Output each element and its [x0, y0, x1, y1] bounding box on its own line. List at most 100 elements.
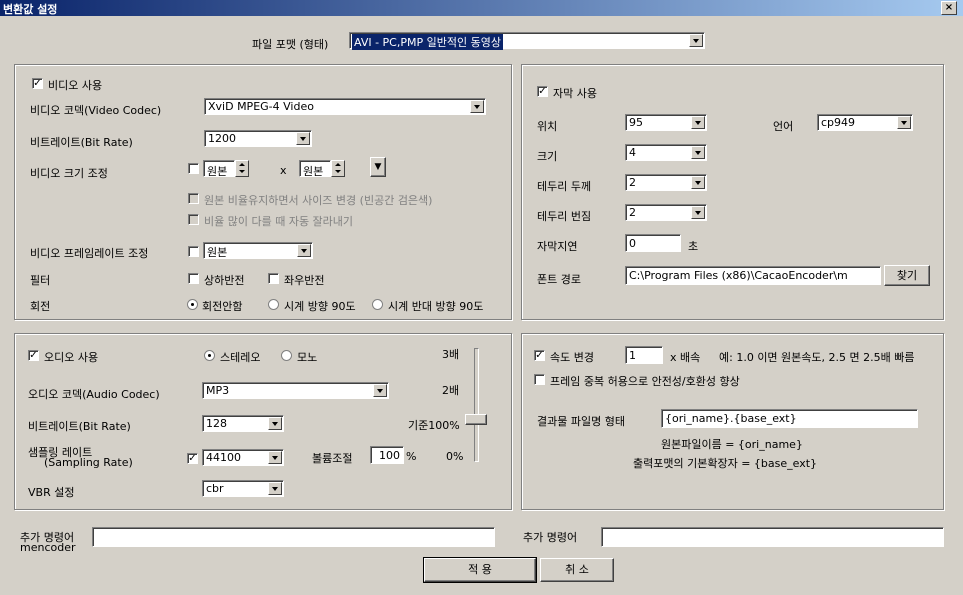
mono-radio[interactable] — [281, 350, 292, 361]
subtitle-blur-select[interactable]: 2 — [625, 204, 707, 221]
rotate-ccw-label: 시계 반대 방향 90도 — [388, 300, 484, 313]
speed-input[interactable]: 1 — [625, 346, 663, 364]
subtitle-size-select[interactable]: 4 — [625, 144, 707, 161]
vbr-select[interactable]: cbr — [202, 480, 284, 497]
scale-2x-label: 2배 — [442, 384, 460, 397]
samplerate-select[interactable]: 44100 — [202, 449, 284, 466]
scale-base-label: 기준100% — [408, 419, 460, 432]
speed-change-label: 속도 변경 — [550, 351, 594, 364]
video-resize-checkbox[interactable] — [188, 163, 199, 174]
video-bitrate-select[interactable]: 1200 — [204, 130, 312, 147]
volume-value: 100 — [379, 449, 400, 462]
subtitle-position-select[interactable]: 95 — [625, 114, 707, 131]
file-format-value: AVI - PC,PMP 일반적인 동영상 — [352, 34, 503, 50]
chevron-down-icon[interactable] — [470, 100, 484, 113]
chevron-down-icon[interactable] — [296, 132, 310, 145]
filename-format-label: 결과물 파일명 형태 — [537, 415, 625, 428]
subtitle-language-value: cp949 — [821, 116, 856, 129]
rotate-none-radio[interactable] — [187, 299, 198, 310]
video-codec-select[interactable]: XviD MPEG-4 Video — [204, 98, 486, 115]
stereo-radio[interactable] — [204, 350, 215, 361]
chevron-down-icon[interactable] — [268, 417, 282, 430]
samplerate-checkbox[interactable]: ✓ — [187, 453, 198, 464]
subtitle-size-value: 4 — [629, 146, 636, 159]
resize-width-input[interactable]: 원본 — [203, 160, 235, 178]
chevron-down-icon[interactable] — [268, 451, 282, 464]
subtitle-delay-label: 자막지연 — [537, 240, 578, 253]
samplerate-sublabel: (Sampling Rate) — [44, 456, 133, 469]
resize-height-input[interactable]: 원본 — [299, 160, 331, 178]
chevron-down-icon[interactable] — [297, 244, 311, 257]
chevron-down-icon[interactable] — [691, 116, 705, 129]
subtitle-language-select[interactable]: cp949 — [817, 114, 913, 131]
scale-3x-label: 3배 — [442, 348, 460, 361]
filename-hint-original: 원본파일이름 = {ori_name} — [661, 438, 803, 451]
flip-vertical-checkbox[interactable] — [188, 273, 199, 284]
subtitle-size-label: 크기 — [537, 150, 558, 163]
subtitle-delay-unit: 초 — [688, 240, 699, 253]
subtitle-enable-label: 자막 사용 — [553, 87, 597, 100]
cancel-button[interactable]: 취 소 — [540, 558, 614, 582]
apply-button[interactable]: 적 용 — [423, 557, 537, 583]
resize-width-value: 원본 — [207, 165, 228, 178]
volume-input[interactable]: 100 — [370, 446, 404, 464]
resize-x-label: x — [280, 164, 287, 177]
flip-horizontal-checkbox[interactable] — [268, 273, 279, 284]
video-bitrate-value: 1200 — [208, 132, 236, 145]
frame-dup-checkbox[interactable] — [534, 374, 545, 385]
mono-label: 모노 — [297, 351, 318, 364]
subtitle-blur-label: 테두리 번짐 — [537, 210, 592, 223]
chevron-down-icon[interactable] — [691, 176, 705, 189]
auto-crop-checkbox[interactable] — [188, 214, 199, 225]
framerate-select[interactable]: 원본 — [203, 242, 313, 259]
subtitle-delay-input[interactable]: 0 — [625, 234, 681, 252]
subtitle-border-select[interactable]: 2 — [625, 174, 707, 191]
keep-ratio-checkbox[interactable] — [188, 193, 199, 204]
volume-slider-track[interactable] — [474, 348, 479, 462]
chevron-down-icon[interactable] — [691, 206, 705, 219]
speed-value: 1 — [629, 349, 636, 362]
samplerate-value: 44100 — [206, 451, 241, 464]
audio-codec-value: MP3 — [206, 384, 230, 397]
rotate-none-label: 회전안함 — [202, 300, 243, 313]
filter-label: 필터 — [30, 274, 51, 287]
filename-format-input[interactable]: {ori_name}.{base_ext} — [661, 409, 918, 428]
font-path-input[interactable]: C:\Program Files (x86)\CacaoEncoder\m — [625, 266, 881, 285]
volume-unit: % — [406, 450, 417, 463]
extra-command-mencoder-input[interactable] — [92, 527, 495, 547]
audio-codec-label: 오디오 코덱(Audio Codec) — [28, 388, 160, 401]
audio-bitrate-value: 128 — [206, 417, 227, 430]
resize-width-spinner[interactable] — [235, 160, 249, 177]
video-bitrate-label: 비트레이트(Bit Rate) — [30, 136, 133, 149]
stereo-label: 스테레오 — [220, 351, 261, 364]
close-button[interactable]: × — [941, 1, 957, 15]
find-font-button[interactable]: 찾기 — [884, 265, 930, 286]
subtitle-delay-value: 0 — [629, 237, 636, 250]
audio-codec-select[interactable]: MP3 — [202, 382, 389, 399]
chevron-down-icon[interactable] — [691, 146, 705, 159]
video-enable-checkbox[interactable]: ✓ — [32, 78, 43, 89]
extra-command-right-input[interactable] — [601, 527, 944, 547]
chevron-down-icon[interactable] — [897, 116, 911, 129]
audio-bitrate-label: 비트레이트(Bit Rate) — [28, 420, 131, 433]
speed-change-checkbox[interactable]: ✓ — [534, 350, 545, 361]
file-format-select[interactable]: AVI - PC,PMP 일반적인 동영상 — [349, 32, 705, 50]
chevron-down-icon[interactable] — [268, 482, 282, 495]
audio-bitrate-select[interactable]: 128 — [202, 415, 284, 432]
rotate-cw-radio[interactable] — [268, 299, 279, 310]
subtitle-enable-checkbox[interactable]: ✓ — [537, 86, 548, 97]
chevron-down-icon[interactable] — [373, 384, 387, 397]
chevron-down-icon[interactable] — [689, 34, 703, 47]
volume-slider-thumb[interactable] — [465, 414, 487, 425]
extra-command-right-label: 추가 명령어 — [523, 531, 578, 544]
subtitle-border-value: 2 — [629, 176, 636, 189]
framerate-checkbox[interactable] — [188, 246, 199, 257]
vbr-label: VBR 설정 — [28, 486, 75, 499]
resize-height-spinner[interactable] — [331, 160, 345, 177]
speed-unit: x 배속 — [670, 351, 701, 364]
rotate-ccw-radio[interactable] — [372, 299, 383, 310]
audio-enable-checkbox[interactable]: ✓ — [28, 350, 39, 361]
frame-dup-label: 프레임 중복 허용으로 안전성/호환성 향상 — [550, 375, 740, 388]
resize-dropdown-button[interactable]: ▼ — [370, 157, 386, 177]
framerate-value: 원본 — [207, 246, 228, 259]
